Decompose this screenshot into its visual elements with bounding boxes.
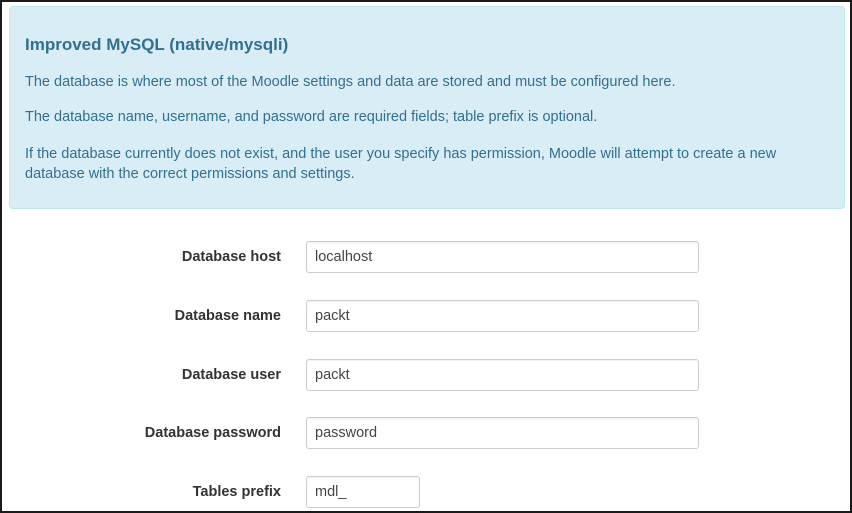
database-host-input[interactable]: [306, 241, 699, 273]
tables-prefix-label: Tables prefix: [192, 484, 281, 500]
form-row-database-user: Database user: [2, 359, 850, 391]
database-name-label: Database name: [174, 308, 281, 324]
database-host-label: Database host: [181, 249, 281, 265]
notice-paragraph-permissions: If the database currently does not exist…: [25, 146, 777, 182]
notice-paragraph-storage: The database is where most of the Moodle…: [25, 74, 676, 90]
database-info-notice: Improved MySQL (native/mysqli) The datab…: [9, 6, 845, 209]
notice-title: Improved MySQL (native/mysqli): [25, 35, 289, 54]
database-name-input[interactable]: [306, 300, 699, 332]
database-user-label: Database user: [181, 367, 281, 383]
form-row-tables-prefix: Tables prefix: [2, 476, 850, 508]
install-page: Improved MySQL (native/mysqli) The datab…: [0, 0, 852, 513]
database-password-label: Database password: [144, 425, 281, 441]
database-password-input[interactable]: [306, 417, 699, 449]
form-row-database-password: Database password: [2, 417, 850, 449]
form-row-database-name: Database name: [2, 300, 850, 332]
database-user-input[interactable]: [306, 359, 699, 391]
notice-paragraph-required-fields: The database name, username, and passwor…: [25, 109, 598, 125]
tables-prefix-input[interactable]: [306, 476, 420, 508]
form-row-database-host: Database host: [2, 241, 850, 273]
